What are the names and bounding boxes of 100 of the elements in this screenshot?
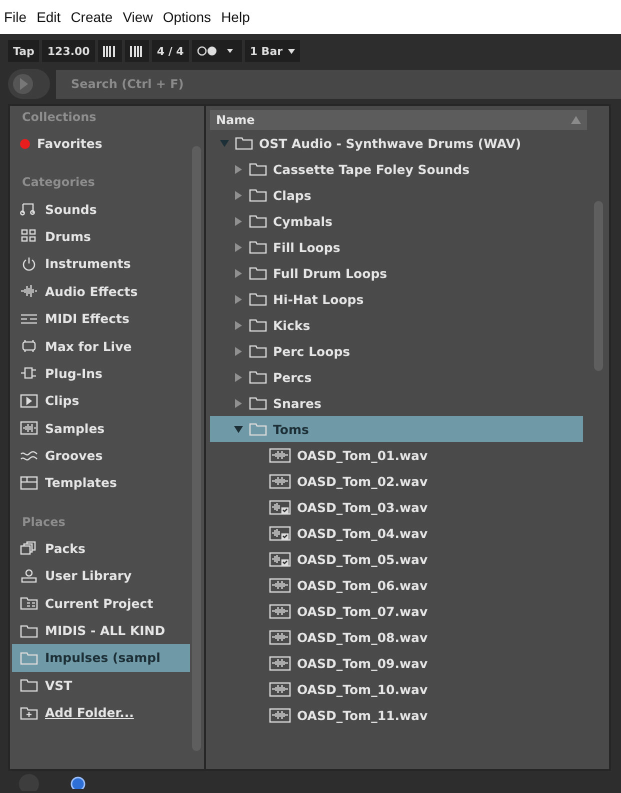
row-label: OASD_Tom_04.wav — [297, 526, 428, 540]
preview-button[interactable] — [8, 69, 50, 99]
sidebar-item[interactable]: VST — [12, 672, 190, 700]
sidebar-item[interactable]: Clips — [12, 387, 190, 415]
collapsed-arrow-icon[interactable] — [234, 320, 243, 330]
browser-row[interactable]: OASD_Tom_02.wav — [210, 468, 583, 494]
menu-item[interactable]: View — [122, 9, 153, 25]
sidebar-item[interactable]: Packs — [12, 534, 190, 562]
collapsed-arrow-icon[interactable] — [234, 164, 243, 174]
browser-row[interactable]: Percs — [210, 364, 583, 390]
sidebar-item[interactable]: Add Folder... — [12, 699, 190, 726]
collapsed-arrow-icon[interactable] — [234, 216, 243, 226]
row-label: Percs — [273, 370, 312, 384]
tempo-field[interactable]: 123.00 — [42, 40, 95, 62]
browser-row[interactable]: Full Drum Loops — [210, 260, 583, 286]
row-label: Full Drum Loops — [273, 266, 388, 280]
sidebar-item[interactable]: MIDI Effects — [12, 304, 190, 332]
sample-icon — [20, 421, 38, 436]
browser-row[interactable]: OASD_Tom_06.wav — [210, 572, 583, 598]
browser-row[interactable]: OASD_Tom_05.wav — [210, 546, 583, 572]
add-folder-icon — [20, 706, 38, 720]
browser-row[interactable]: OASD_Tom_08.wav — [210, 624, 583, 650]
browser-row[interactable]: OASD_Tom_03.wav — [210, 494, 583, 520]
menu-item[interactable]: Create — [70, 9, 113, 25]
row-label: OASD_Tom_05.wav — [297, 552, 428, 566]
project-folder-icon — [20, 596, 38, 610]
folder-icon — [249, 344, 267, 358]
row-label: OST Audio - Synthwave Drums (WAV) — [259, 136, 522, 150]
browser-row[interactable]: Cymbals — [210, 208, 583, 234]
sidebar-item[interactable]: Current Project — [12, 589, 190, 617]
folder-icon — [235, 136, 253, 150]
sidebar-item[interactable]: Plug-Ins — [12, 360, 190, 388]
browser-row[interactable]: OASD_Tom_04.wav — [210, 520, 583, 546]
row-label: Snares — [273, 396, 322, 410]
browser-row[interactable]: Claps — [210, 182, 583, 208]
folder-icon — [249, 188, 267, 202]
folder-icon — [249, 370, 267, 384]
browser-row[interactable]: OASD_Tom_10.wav — [210, 676, 583, 702]
sidebar-item[interactable]: Favorites — [12, 130, 190, 158]
collapsed-arrow-icon[interactable] — [234, 242, 243, 252]
time-signature-field[interactable]: 4 / 4 — [152, 40, 189, 62]
collapsed-arrow-icon[interactable] — [234, 372, 243, 382]
row-label: Cymbals — [273, 214, 332, 228]
sidebar-item[interactable]: Instruments — [12, 250, 190, 278]
collapsed-arrow-icon[interactable] — [234, 190, 243, 200]
menu-item[interactable]: Edit — [36, 9, 61, 25]
tap-button[interactable]: Tap — [8, 40, 40, 62]
collapsed-arrow-icon[interactable] — [234, 268, 243, 278]
row-label: OASD_Tom_03.wav — [297, 500, 428, 514]
browser-row[interactable]: Snares — [210, 390, 583, 416]
browser-row[interactable]: Fill Loops — [210, 234, 583, 260]
quantize-dropdown[interactable]: 1 Bar — [244, 40, 300, 62]
folder-icon — [249, 396, 267, 410]
menu-item[interactable]: Options — [162, 9, 212, 25]
collapsed-arrow-icon[interactable] — [234, 398, 243, 408]
section-title: Collections — [21, 109, 98, 126]
browser-row[interactable]: OASD_Tom_09.wav — [210, 650, 583, 676]
browser-row[interactable]: Perc Loops — [210, 338, 583, 364]
metronome-button[interactable] — [192, 40, 242, 62]
folder-icon — [249, 162, 267, 176]
browser-row[interactable]: Hi-Hat Loops — [210, 286, 583, 312]
collapsed-arrow-icon[interactable] — [234, 294, 243, 304]
sidebar-item[interactable]: MIDIS - ALL KIND — [12, 616, 190, 644]
menu-item[interactable]: File — [4, 9, 27, 25]
grid-icon — [20, 229, 38, 244]
name-column-header[interactable]: Name — [210, 110, 587, 130]
search-field[interactable]: Search (Ctrl + F) — [56, 70, 621, 98]
menu-item[interactable]: Help — [221, 9, 250, 25]
sidebar-item[interactable]: User Library — [12, 562, 190, 590]
sidebar-item[interactable]: Grooves — [12, 442, 190, 470]
sidebar-item[interactable]: Templates — [12, 469, 190, 497]
sidebar-item[interactable]: Impulses (sampl — [12, 644, 190, 672]
browser-row[interactable]: OST Audio - Synthwave Drums (WAV) — [210, 130, 583, 156]
play-icon — [13, 74, 33, 94]
row-label: OASD_Tom_02.wav — [297, 474, 428, 488]
clip-icon — [20, 394, 38, 408]
row-label: OASD_Tom_06.wav — [297, 578, 428, 592]
sidebar-item[interactable]: Samples — [12, 414, 190, 442]
collapsed-arrow-icon[interactable] — [234, 346, 243, 356]
browser-row[interactable]: OASD_Tom_11.wav — [210, 702, 583, 728]
midi-effects-icon — [20, 312, 38, 326]
sidebar-item[interactable]: Sounds — [12, 195, 190, 223]
sort-arrow-icon — [571, 116, 581, 124]
nudge-up-icon — [130, 46, 144, 56]
browser-row[interactable]: Kicks — [210, 312, 583, 338]
browser-row[interactable]: OASD_Tom_01.wav — [210, 442, 583, 468]
nudge-down-button[interactable] — [98, 40, 122, 62]
sidebar-item[interactable]: Audio Effects — [12, 278, 190, 305]
sidebar-item[interactable]: Drums — [12, 222, 190, 250]
sidebar-item[interactable]: Max for Live — [12, 332, 190, 360]
browser-row[interactable]: Cassette Tape Foley Sounds — [210, 156, 583, 182]
row-label: Claps — [273, 188, 312, 202]
power-icon — [20, 256, 38, 271]
browser-row[interactable]: Toms — [210, 416, 583, 442]
browser-row[interactable]: OASD_Tom_07.wav — [210, 598, 583, 624]
row-label: Fill Loops — [273, 240, 340, 254]
groove-icon — [20, 448, 38, 463]
nudge-up-button[interactable] — [124, 40, 149, 62]
folder-icon — [20, 624, 38, 638]
expanded-arrow-icon[interactable] — [234, 424, 243, 434]
